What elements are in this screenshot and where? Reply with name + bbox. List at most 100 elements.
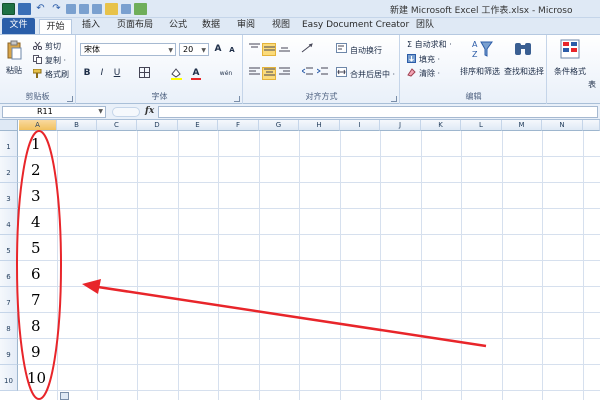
phonetic-guide-button[interactable]: wén bbox=[217, 67, 235, 80]
italic-button[interactable]: I bbox=[95, 67, 109, 80]
tab-data[interactable]: 数据 bbox=[196, 18, 226, 34]
row-header-4[interactable]: 4 bbox=[0, 209, 18, 235]
row-header-8[interactable]: 8 bbox=[0, 313, 18, 339]
row-header-3[interactable]: 3 bbox=[0, 183, 18, 209]
align-middle-icon[interactable] bbox=[262, 43, 276, 56]
underline-button[interactable]: U bbox=[110, 67, 124, 80]
font-launcher-icon[interactable] bbox=[234, 96, 240, 102]
column-header-c[interactable]: C bbox=[97, 120, 137, 131]
tab-team[interactable]: 团队 bbox=[410, 18, 440, 34]
tab-insert[interactable]: 插入 bbox=[76, 18, 106, 34]
cell-a9[interactable]: 9 bbox=[19, 339, 57, 365]
copy-button[interactable]: 复制 · bbox=[45, 55, 66, 66]
toolbar-icon[interactable] bbox=[134, 3, 147, 15]
format-painter-icon[interactable] bbox=[32, 68, 42, 81]
decrease-indent-icon[interactable] bbox=[300, 67, 314, 80]
align-center-icon[interactable] bbox=[262, 67, 276, 80]
font-color-button[interactable]: A bbox=[189, 67, 203, 80]
toolbar-icon[interactable] bbox=[66, 4, 76, 14]
formula-bar-splitter[interactable] bbox=[112, 107, 140, 117]
align-left-icon[interactable] bbox=[247, 67, 261, 80]
column-header-m[interactable]: M bbox=[502, 120, 542, 131]
wrap-text-icon[interactable] bbox=[334, 43, 348, 56]
cell-a3[interactable]: 3 bbox=[19, 183, 57, 209]
worksheet-grid[interactable]: A B C D E F G H I J K L M N 1 2 3 4 5 6 … bbox=[0, 120, 600, 400]
scissors-icon[interactable] bbox=[32, 41, 43, 53]
paste-button[interactable]: 粘贴 bbox=[6, 65, 22, 76]
formula-input[interactable] bbox=[158, 106, 598, 118]
toolbar-icon[interactable] bbox=[105, 3, 118, 15]
column-header-h[interactable]: H bbox=[299, 120, 340, 131]
paste-icon[interactable] bbox=[6, 40, 22, 60]
tab-page-layout[interactable]: 页面布局 bbox=[110, 18, 160, 34]
column-header-l[interactable]: L bbox=[461, 120, 502, 131]
font-name-select[interactable]: 宋体 ▼ bbox=[80, 43, 176, 56]
column-header-k[interactable]: K bbox=[421, 120, 461, 131]
copy-icon[interactable] bbox=[33, 55, 42, 67]
insert-function-button[interactable]: fx bbox=[145, 106, 154, 116]
row-header-5[interactable]: 5 bbox=[0, 235, 18, 261]
toolbar-icon[interactable] bbox=[121, 4, 131, 14]
cut-button[interactable]: 剪切 bbox=[45, 41, 61, 52]
column-header-f[interactable]: F bbox=[218, 120, 259, 131]
borders-icon[interactable] bbox=[137, 67, 151, 80]
align-right-icon[interactable] bbox=[277, 67, 291, 80]
paste-options-icon[interactable] bbox=[60, 392, 69, 400]
fill-color-icon[interactable] bbox=[169, 67, 183, 80]
cell-a10[interactable]: 10 bbox=[19, 365, 57, 391]
fill-button[interactable]: 填充 · bbox=[419, 54, 440, 65]
clear-icon[interactable] bbox=[407, 68, 416, 80]
select-all-button[interactable] bbox=[0, 120, 18, 131]
column-header-e[interactable]: E bbox=[178, 120, 218, 131]
autosum-button[interactable]: Σ 自动求和 · bbox=[407, 39, 452, 50]
row-header-10[interactable]: 10 bbox=[0, 365, 18, 391]
clipboard-launcher-icon[interactable] bbox=[67, 96, 73, 102]
undo-icon[interactable]: ↶ bbox=[34, 3, 47, 15]
grow-font-button[interactable]: A bbox=[211, 43, 225, 56]
toolbar-icon[interactable] bbox=[79, 4, 89, 14]
conditional-format-icon[interactable] bbox=[560, 39, 582, 61]
cell-a6[interactable]: 6 bbox=[19, 261, 57, 287]
name-box[interactable]: R11 ▼ bbox=[2, 106, 106, 118]
excel-app-icon[interactable] bbox=[2, 3, 15, 15]
column-header-d[interactable]: D bbox=[137, 120, 178, 131]
align-bottom-icon[interactable] bbox=[277, 43, 291, 56]
cell-a8[interactable]: 8 bbox=[19, 313, 57, 339]
tab-home[interactable]: 开始 bbox=[39, 19, 72, 35]
tab-review[interactable]: 审阅 bbox=[232, 18, 260, 34]
fill-icon[interactable] bbox=[407, 54, 416, 66]
wrap-text-button[interactable]: 自动换行 bbox=[350, 45, 382, 56]
font-size-select[interactable]: 20 ▼ bbox=[179, 43, 209, 56]
sort-filter-button[interactable]: 排序和筛选 bbox=[460, 66, 500, 77]
row-header-6[interactable]: 6 bbox=[0, 261, 18, 287]
increase-indent-icon[interactable] bbox=[315, 67, 329, 80]
find-select-button[interactable]: 查找和选择 bbox=[504, 66, 544, 77]
sort-filter-icon[interactable]: AZ bbox=[471, 38, 493, 60]
row-header-1[interactable]: 1 bbox=[0, 131, 18, 157]
merge-center-icon[interactable] bbox=[334, 67, 348, 80]
column-header-b[interactable]: B bbox=[57, 120, 97, 131]
column-header-g[interactable]: G bbox=[259, 120, 299, 131]
cell-a4[interactable]: 4 bbox=[19, 209, 57, 235]
cell-a1[interactable]: 1 bbox=[19, 131, 57, 157]
orientation-icon[interactable] bbox=[300, 43, 314, 56]
tab-easy-document-creator[interactable]: Easy Document Creator bbox=[302, 18, 409, 34]
column-header-o[interactable] bbox=[583, 120, 600, 131]
tab-formulas[interactable]: 公式 bbox=[164, 18, 192, 34]
format-painter-button[interactable]: 格式刷 bbox=[45, 69, 69, 80]
tab-view[interactable]: 视图 bbox=[266, 18, 296, 34]
merge-center-button[interactable]: 合并后居中 · bbox=[350, 69, 395, 80]
binoculars-icon[interactable] bbox=[513, 39, 533, 59]
tab-file[interactable]: 文件 bbox=[2, 18, 35, 34]
row-header-9[interactable]: 9 bbox=[0, 339, 18, 365]
toolbar-icon[interactable] bbox=[92, 4, 102, 14]
save-icon[interactable] bbox=[18, 3, 31, 15]
row-header-2[interactable]: 2 bbox=[0, 157, 18, 183]
conditional-format-button[interactable]: 条件格式 bbox=[554, 66, 586, 77]
cell-a5[interactable]: 5 bbox=[19, 235, 57, 261]
column-header-n[interactable]: N bbox=[542, 120, 583, 131]
clear-button[interactable]: 清除 · bbox=[419, 68, 440, 79]
cell-a2[interactable]: 2 bbox=[19, 157, 57, 183]
column-header-a[interactable]: A bbox=[19, 120, 57, 131]
column-header-i[interactable]: I bbox=[340, 120, 380, 131]
